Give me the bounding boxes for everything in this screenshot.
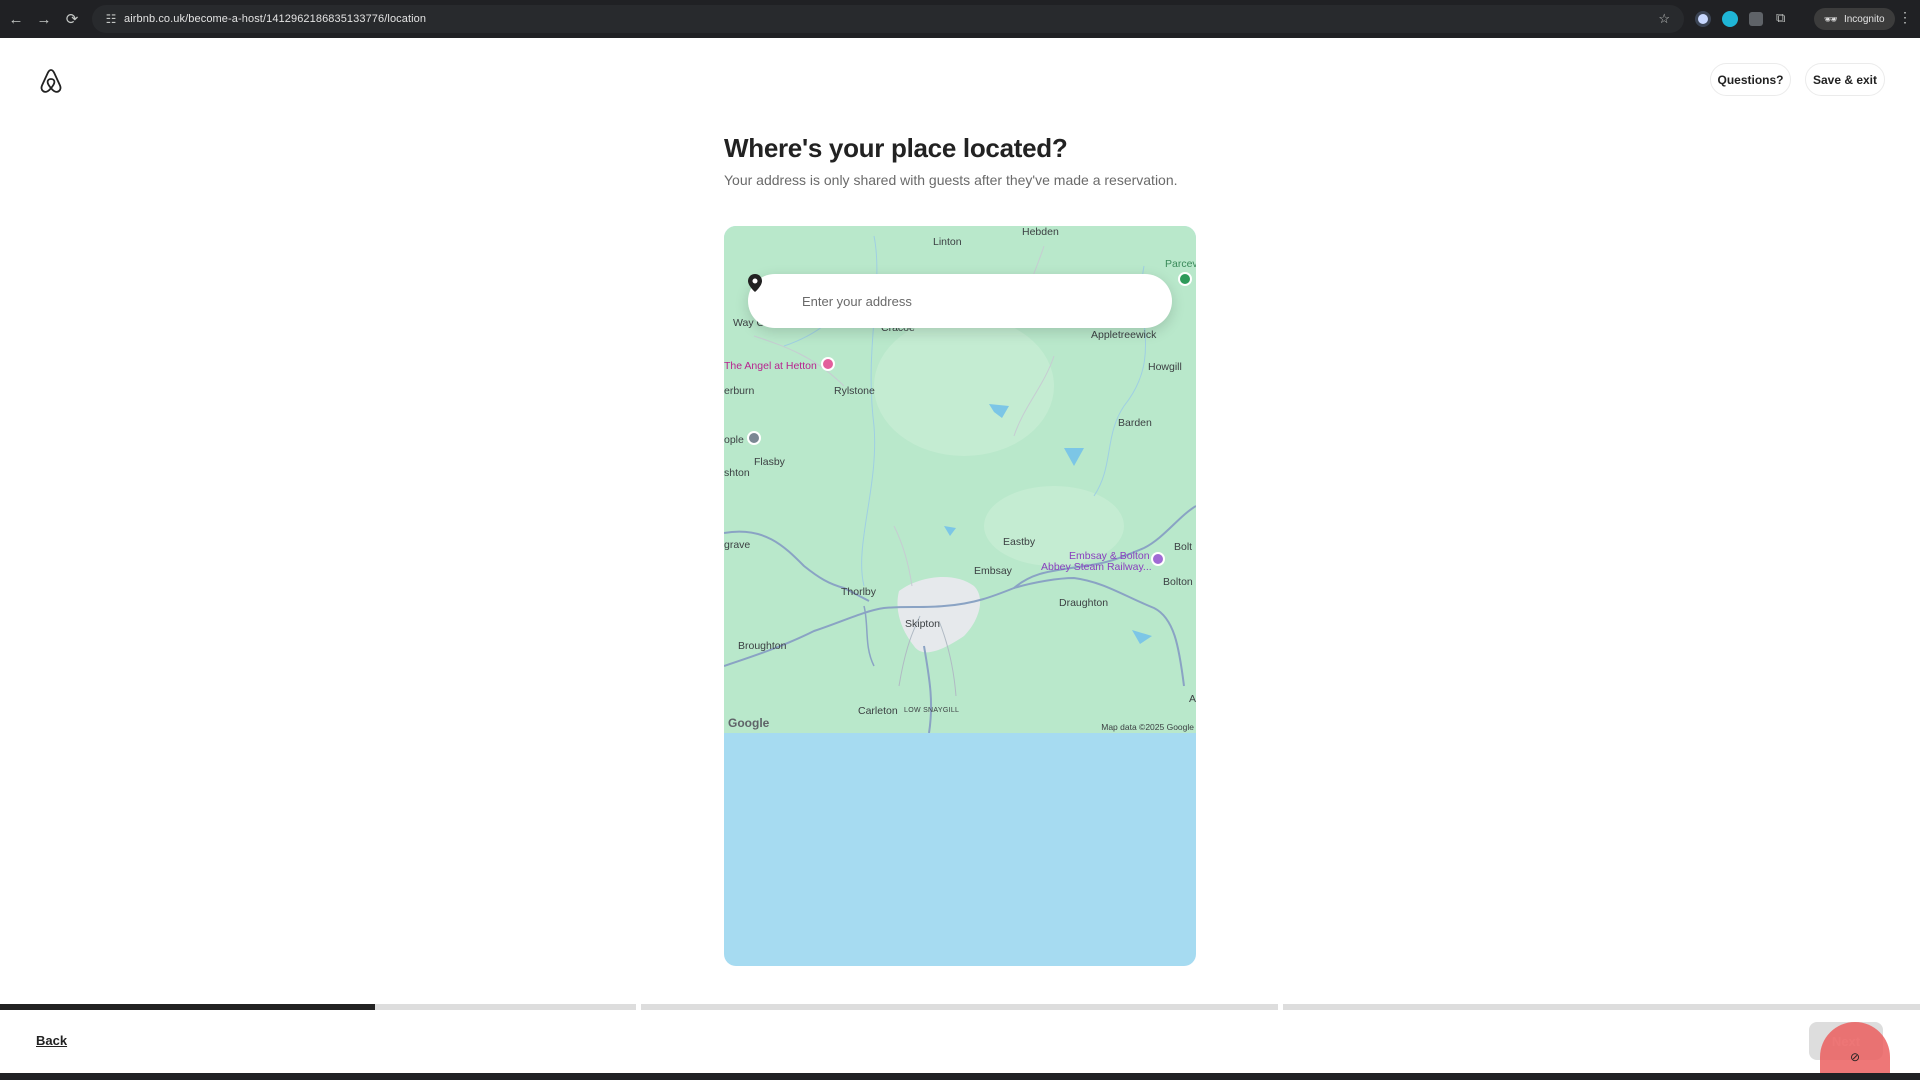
map-label: Carleton <box>858 705 898 717</box>
map-label: Parcev <box>1165 258 1196 270</box>
kebab-menu-icon[interactable]: ⋮ <box>1898 9 1912 26</box>
map-label: Barden <box>1118 417 1152 429</box>
map-label: Draughton <box>1059 597 1109 609</box>
bookmark-star-icon[interactable]: ☆ <box>1658 11 1670 27</box>
map-label: Broughton <box>738 640 787 652</box>
google-logo: Google <box>728 716 770 730</box>
map-label: shton <box>724 467 750 479</box>
park-pin-icon[interactable] <box>1178 272 1192 286</box>
not-allowed-cursor-icon: ⊘ <box>1850 1050 1861 1064</box>
extension-icon[interactable] <box>1695 11 1711 27</box>
save-exit-button[interactable]: Save & exit <box>1805 63 1885 96</box>
reload-icon[interactable]: ⟳ <box>58 5 86 33</box>
address-search-bar[interactable] <box>748 274 1172 328</box>
poi-label[interactable]: Abbey Steam Railway... <box>1041 561 1152 573</box>
address-bar[interactable]: ☷ airbnb.co.uk/become-a-host/14129621868… <box>92 5 1684 33</box>
map-label: ople <box>724 434 744 446</box>
questions-button[interactable]: Questions? <box>1710 63 1791 96</box>
map-label: Linton <box>933 236 962 248</box>
back-arrow-icon[interactable]: ← <box>2 5 30 33</box>
poi-label[interactable]: The Angel at Hetton <box>724 360 817 372</box>
taskbar <box>0 1073 1920 1080</box>
map-label: Flasby <box>754 456 785 468</box>
address-input[interactable] <box>802 293 1132 309</box>
map-label: grave <box>724 539 751 551</box>
incognito-label: Incognito <box>1843 13 1885 25</box>
site-info-icon[interactable]: ☷ <box>98 12 124 26</box>
progress-step-1 <box>0 1004 636 1010</box>
map-label: erburn <box>724 385 755 397</box>
map-label: Skipton <box>905 618 941 630</box>
airbnb-logo-icon[interactable] <box>38 67 64 95</box>
back-button[interactable]: Back <box>36 1033 67 1048</box>
restaurant-pin-icon[interactable] <box>821 357 835 371</box>
map-label: Eastby <box>1003 536 1036 548</box>
map[interactable]: Hebden Linton Parcev Way C Cracoe Applet… <box>724 226 1196 966</box>
place-pin-icon[interactable] <box>747 431 761 445</box>
map-label: Howgill <box>1148 361 1182 373</box>
progress-step-1-fill <box>0 1004 376 1010</box>
map-label: Bolton <box>1163 576 1193 588</box>
map-land-area[interactable]: Hebden Linton Parcev Way C Cracoe Applet… <box>724 226 1196 733</box>
page-subtitle: Your address is only shared with guests … <box>724 172 1178 188</box>
map-label: Appletreewick <box>1091 329 1157 341</box>
forward-arrow-icon[interactable]: → <box>30 5 58 33</box>
map-label: LOW SNAYGILL <box>904 707 960 714</box>
browser-toolbar: ← → ⟳ ☷ airbnb.co.uk/become-a-host/14129… <box>0 0 1920 38</box>
progress-step-3 <box>1283 1004 1920 1010</box>
railway-pin-icon[interactable] <box>1151 552 1165 566</box>
map-label: Thorlby <box>841 586 877 598</box>
extension-icon[interactable] <box>1722 11 1738 27</box>
map-attribution[interactable]: Map data ©2025 Google <box>1101 722 1194 732</box>
incognito-badge[interactable]: 🕶 Incognito <box>1814 8 1895 30</box>
map-label: A <box>1189 693 1196 705</box>
extensions-puzzle-icon[interactable]: ⧉ <box>1776 10 1785 26</box>
progress-step-2 <box>641 1004 1278 1010</box>
incognito-icon: 🕶 <box>1824 13 1838 26</box>
map-label: Hebden <box>1022 226 1059 238</box>
map-label: Bolt <box>1174 541 1193 553</box>
map-label: Embsay <box>974 565 1012 577</box>
url-text[interactable]: airbnb.co.uk/become-a-host/1412962186835… <box>124 13 426 25</box>
extension-icon[interactable] <box>1749 12 1763 26</box>
map-label: Rylstone <box>834 385 875 397</box>
page-title: Where's your place located? <box>724 133 1068 163</box>
